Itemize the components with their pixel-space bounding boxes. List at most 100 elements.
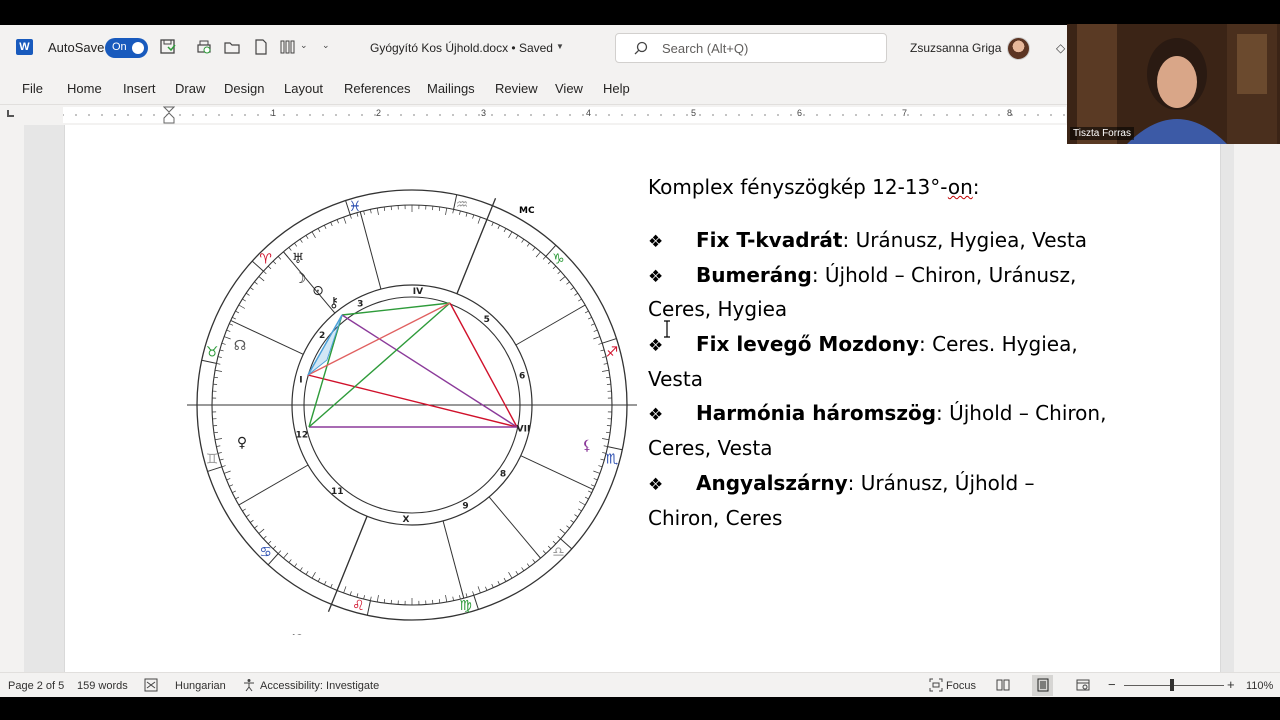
list-item-continuation: Chiron, Ceres — [648, 501, 1168, 536]
item-text: Ceres, Hygiea — [648, 297, 788, 322]
degree-tick — [277, 550, 282, 554]
degree-tick — [245, 292, 250, 296]
zoom-out-icon[interactable]: − — [1108, 677, 1116, 692]
ruler-number: 3 — [481, 108, 487, 118]
list-item: ❖ Fix levegő Mozdony: Ceres. Hygiea, — [648, 327, 1168, 362]
right-gutter — [1234, 125, 1280, 673]
degree-tick — [526, 242, 530, 247]
zoom-slider[interactable] — [1124, 685, 1224, 686]
item-text: Ceres, Vesta — [648, 436, 773, 461]
degree-tick — [213, 376, 218, 379]
degree-tick — [235, 310, 240, 314]
degree-tick — [590, 323, 595, 326]
spelling-flagged-word[interactable]: on — [948, 175, 973, 199]
tab-stop-selector-icon[interactable] — [7, 110, 14, 117]
degree-tick — [578, 298, 582, 302]
search-input[interactable] — [615, 33, 887, 63]
degree-tick — [559, 528, 566, 534]
bullet-icon: ❖ — [648, 232, 664, 252]
proofing-icon[interactable] — [144, 678, 158, 692]
indent-marker-icon[interactable] — [163, 106, 175, 124]
house-number: X — [403, 515, 410, 525]
item-text: : Uránusz, Újhold – — [847, 470, 1035, 495]
mc-label: MC — [519, 206, 535, 216]
planet-glyph: ☊ — [234, 338, 246, 354]
planet-glyph: ⚷ — [329, 295, 339, 311]
search-icon — [634, 41, 648, 55]
heading: Komplex fényszögkép 12-13°-on: — [648, 175, 980, 199]
degree-tick — [219, 349, 224, 352]
degree-tick — [472, 214, 475, 219]
save-icon[interactable] — [159, 38, 177, 56]
search-placeholder: Search (Alt+Q) — [662, 41, 749, 56]
degree-tick — [238, 304, 246, 309]
item-text: Chiron, Ceres — [648, 505, 783, 530]
user-name[interactable]: Zsuzsanna Griga — [910, 41, 1001, 55]
degree-tick — [526, 563, 530, 568]
house-number: 6 — [519, 371, 525, 381]
tab-design[interactable]: Design — [224, 81, 264, 96]
title-dropdown-icon[interactable]: ▼ — [556, 42, 564, 51]
list-item-continuation: Ceres, Vesta — [648, 431, 1168, 466]
accessibility-status[interactable]: Accessibility: Investigate — [260, 680, 379, 692]
tab-home[interactable]: Home — [67, 81, 102, 96]
tab-file[interactable]: File — [22, 81, 43, 96]
degree-tick — [590, 484, 595, 487]
degree-tick — [465, 593, 468, 598]
tab-layout[interactable]: Layout — [284, 81, 323, 96]
premium-diamond-icon[interactable]: ◇ — [1056, 41, 1065, 55]
degree-tick — [324, 225, 327, 229]
house-number: 8 — [500, 470, 506, 480]
status-bar: Page 2 of 5 159 words Hungarian Accessib… — [0, 672, 1280, 697]
house-number: 3 — [357, 299, 363, 309]
degree-tick — [600, 458, 605, 461]
degree-tick — [223, 336, 231, 340]
degree-tick — [370, 596, 372, 601]
zoom-slider-thumb[interactable] — [1170, 679, 1174, 691]
degree-tick — [465, 212, 468, 217]
bullet-icon: ❖ — [648, 266, 664, 287]
degree-tick — [472, 591, 475, 596]
tab-review[interactable]: Review — [495, 81, 538, 96]
print-layout-icon[interactable] — [1036, 678, 1050, 692]
focus-mode[interactable]: Focus — [946, 680, 976, 692]
tab-references[interactable]: References — [344, 81, 410, 96]
degree-tick — [438, 206, 441, 211]
zoom-in-icon[interactable]: + — [1227, 677, 1235, 692]
language[interactable]: Hungarian — [175, 680, 226, 692]
zoom-level[interactable]: 110% — [1246, 680, 1273, 692]
degree-tick — [557, 535, 561, 540]
new-document-icon[interactable] — [252, 38, 270, 56]
accessibility-icon[interactable] — [242, 678, 256, 692]
degree-tick — [229, 484, 234, 487]
focus-icon[interactable] — [929, 678, 943, 692]
web-layout-icon[interactable] — [1076, 678, 1090, 692]
degree-tick — [324, 581, 327, 585]
print-icon[interactable] — [195, 38, 213, 56]
page-count[interactable]: Page 2 of 5 — [8, 680, 64, 692]
document-page[interactable]: I 2 3 IV 5 6 VII 8 9 X 11 12 ♓ ♒ ♈ ♉ ♊ ♋ ♌ ♍ ♎ ♏ ♐ ♑ ☽ ⊙ ⚷ ♅ ♀ ☊ ⚸ MC … — [64, 125, 1221, 673]
tab-view[interactable]: View — [555, 81, 583, 96]
tab-help[interactable]: Help — [603, 81, 630, 96]
degree-tick — [226, 329, 231, 332]
tab-draw[interactable]: Draw — [175, 81, 205, 96]
degree-tick — [438, 599, 441, 604]
tab-mailings[interactable]: Mailings — [427, 81, 475, 96]
document-title[interactable]: Gyógyító Kos Újhold.docx • Saved — [370, 41, 553, 55]
degree-tick — [376, 207, 379, 215]
degree-tick — [305, 235, 309, 239]
degree-tick — [497, 581, 500, 585]
tab-insert[interactable]: Insert — [123, 81, 156, 96]
open-folder-icon[interactable] — [223, 38, 241, 56]
word-count[interactable]: 159 words — [77, 680, 128, 692]
columns-icon[interactable] — [279, 38, 297, 56]
degree-tick — [491, 583, 494, 588]
house-cusp — [488, 496, 541, 559]
customize-toolbar-icon[interactable]: ⌄ — [322, 40, 340, 58]
read-mode-icon[interactable] — [996, 678, 1010, 692]
chevron-down-icon[interactable]: ⌄ — [300, 40, 318, 58]
ruler-number: 2 — [376, 108, 382, 118]
autosave-toggle[interactable]: On — [105, 38, 148, 58]
degree-tick — [477, 586, 481, 594]
avatar[interactable] — [1007, 37, 1030, 60]
